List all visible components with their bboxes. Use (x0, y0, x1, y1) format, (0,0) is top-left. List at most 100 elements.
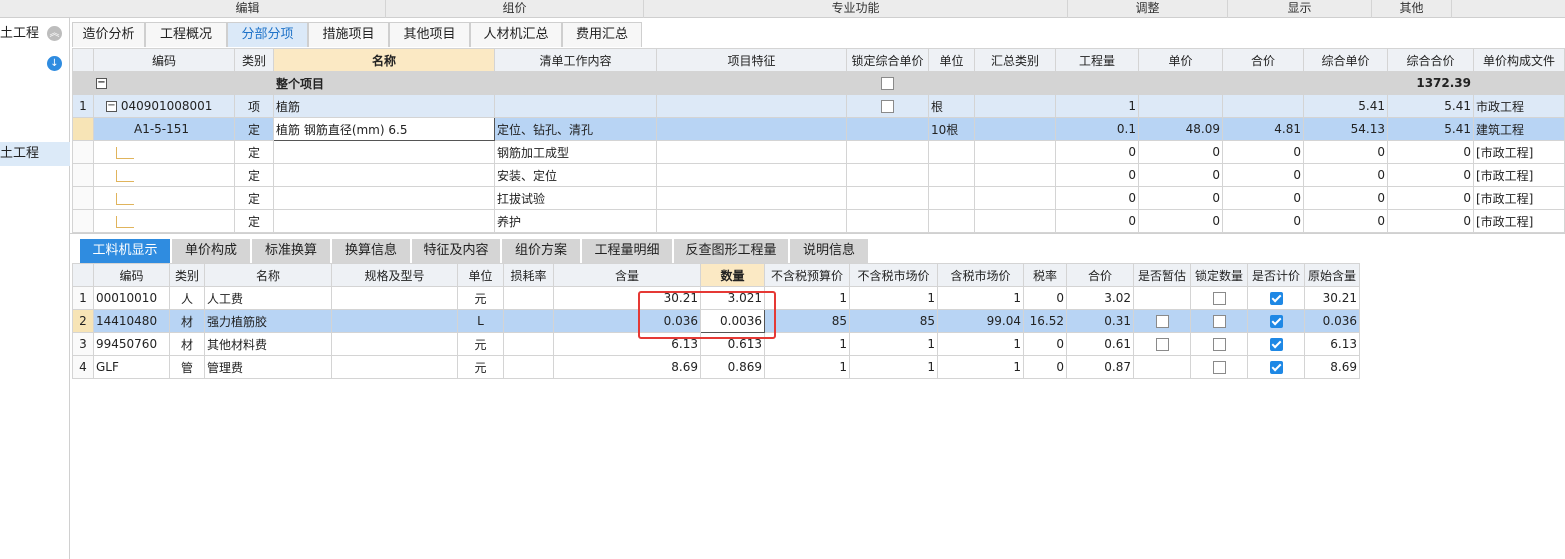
cell-lock[interactable] (846, 163, 929, 187)
cell-name[interactable]: 管理费 (204, 355, 332, 379)
ribbon-group-other[interactable]: 其他 (1372, 0, 1452, 18)
col-header-name[interactable]: 名称 (273, 48, 495, 72)
cell-type[interactable]: 定 (234, 209, 274, 233)
col-header-code[interactable]: 编码 (93, 48, 235, 72)
provisional-checkbox[interactable] (1155, 315, 1169, 328)
cell-spec[interactable] (331, 309, 458, 333)
cell-type[interactable]: 定 (234, 186, 274, 210)
cell-sum-type[interactable] (974, 163, 1056, 187)
col-header-lock-price[interactable]: 锁定综合单价 (846, 48, 929, 72)
col-header-priced[interactable]: 是否计价 (1247, 263, 1305, 287)
cell-code[interactable]: 14410480 (93, 309, 170, 333)
col-header-unit[interactable]: 单位 (457, 263, 504, 287)
cell-sum-type[interactable] (974, 140, 1056, 164)
col-header-composite-price[interactable]: 综合单价 (1303, 48, 1388, 72)
cell-tax-market-price[interactable]: 1 (937, 286, 1024, 310)
cell-name-editing[interactable]: 植筋 钢筋直径(mm) 6.5 (273, 117, 495, 141)
cell-type[interactable]: 管 (169, 355, 205, 379)
cell-total[interactable]: 0 (1222, 209, 1304, 233)
tab-other-items[interactable]: 其他项目 (389, 22, 470, 47)
cell-cprice[interactable]: 0 (1303, 163, 1388, 187)
cell-tax-rate[interactable]: 0 (1023, 355, 1067, 379)
cell-type[interactable]: 定 (234, 140, 274, 164)
cell-tax-rate[interactable]: 16.52 (1023, 309, 1067, 333)
cell-lock[interactable] (846, 209, 929, 233)
cell-total[interactable]: 0 (1222, 186, 1304, 210)
tab-measures[interactable]: 措施项目 (308, 22, 389, 47)
cell-cprice[interactable]: 5.41 (1303, 94, 1388, 118)
cell-file[interactable]: [市政工程] (1473, 186, 1565, 210)
cell-budget-price[interactable]: 1 (764, 286, 850, 310)
cell-cprice[interactable]: 0 (1303, 209, 1388, 233)
cell-feature[interactable] (656, 209, 847, 233)
col-header-content[interactable]: 含量 (553, 263, 701, 287)
table-row-quota-selected[interactable]: A1-5-151 定 植筋 钢筋直径(mm) 6.5 定位、钻孔、清孔 10根 … (72, 117, 1565, 141)
cell-tax-rate[interactable]: 0 (1023, 286, 1067, 310)
cell-loss[interactable] (503, 286, 554, 310)
col-header-price-file[interactable]: 单价构成文件 (1473, 48, 1565, 72)
cell-file[interactable]: [市政工程] (1473, 140, 1565, 164)
cell-unit[interactable] (928, 209, 975, 233)
table-row-quota[interactable]: 定 养护 0 0 0 0 0 [市政工程] (72, 209, 1565, 233)
cell-file[interactable]: 建筑工程 (1473, 117, 1565, 141)
cell-cprice[interactable]: 0 (1303, 186, 1388, 210)
cell-quantity[interactable]: 0 (1055, 186, 1139, 210)
cell-type[interactable]: 项 (234, 94, 274, 118)
tab-project-overview[interactable]: 工程概况 (145, 22, 227, 47)
col-header-spec[interactable]: 规格及型号 (331, 263, 458, 287)
cell-code[interactable]: − 040901008001 (93, 94, 235, 118)
cell-spec[interactable] (331, 286, 458, 310)
cell-name[interactable] (273, 186, 495, 210)
cell-type[interactable]: 定 (234, 163, 274, 187)
cell-unit[interactable]: 10根 (928, 117, 975, 141)
col-header-name[interactable]: 名称 (204, 263, 332, 287)
cell-lock[interactable] (846, 186, 929, 210)
cell-name[interactable] (273, 209, 495, 233)
cell-tax-rate[interactable]: 0 (1023, 332, 1067, 356)
cell-type[interactable]: 人 (169, 286, 205, 310)
cell-feature[interactable] (656, 140, 847, 164)
cell-file[interactable]: [市政工程] (1473, 209, 1565, 233)
cell-unit[interactable]: 元 (457, 286, 504, 310)
cell-feature[interactable] (656, 117, 847, 141)
priced-checkbox[interactable] (1269, 315, 1283, 328)
cell-price[interactable]: 0 (1138, 209, 1223, 233)
cell-total[interactable]: 0 (1222, 163, 1304, 187)
cell-price[interactable]: 48.09 (1138, 117, 1223, 141)
lock-quantity-checkbox[interactable] (1212, 361, 1226, 374)
col-header-total[interactable]: 合价 (1066, 263, 1134, 287)
cell-code[interactable]: GLF (93, 355, 170, 379)
col-header-type[interactable]: 类别 (234, 48, 274, 72)
cell-total[interactable] (1222, 94, 1304, 118)
cell-quantity[interactable]: 0 (1055, 163, 1139, 187)
cell-loss[interactable] (503, 309, 554, 333)
cell-loss[interactable] (503, 332, 554, 356)
cell-ctotal[interactable]: 0 (1387, 186, 1474, 210)
col-header-type[interactable]: 类别 (169, 263, 205, 287)
cell-total[interactable]: 3.02 (1066, 286, 1134, 310)
tab-sub-items[interactable]: 分部分项 (227, 22, 308, 47)
lock-checkbox[interactable] (881, 100, 894, 113)
cell-budget-price[interactable]: 1 (764, 332, 850, 356)
tab-cost-analysis[interactable]: 造价分析 (72, 22, 145, 47)
col-header-budget-price[interactable]: 不含税预算价 (764, 263, 850, 287)
cell-unit[interactable]: 根 (928, 94, 975, 118)
col-header-lock-quantity[interactable]: 锁定数量 (1190, 263, 1248, 287)
cell-ctotal[interactable]: 5.41 (1387, 94, 1474, 118)
col-header-quantity[interactable]: 工程量 (1055, 48, 1139, 72)
tab-labor-material-display[interactable]: 工料机显示 (80, 239, 172, 263)
cell-name[interactable]: 强力植筋胶 (204, 309, 332, 333)
cell-ctotal[interactable]: 5.41 (1387, 117, 1474, 141)
col-header-tax-market-price[interactable]: 含税市场价 (937, 263, 1024, 287)
cell-file[interactable]: 市政工程 (1473, 94, 1565, 118)
cell-original-content[interactable]: 0.036 (1304, 309, 1360, 333)
tab-description[interactable]: 说明信息 (790, 239, 870, 263)
col-header-feature[interactable]: 项目特征 (656, 48, 847, 72)
lock-quantity-checkbox[interactable] (1212, 315, 1226, 328)
lock-quantity-checkbox[interactable] (1212, 338, 1226, 351)
col-header-unit-price[interactable]: 单价 (1138, 48, 1223, 72)
cell-quantity[interactable]: 0 (1055, 140, 1139, 164)
cell-original-content[interactable]: 6.13 (1304, 332, 1360, 356)
cell-spec[interactable] (331, 332, 458, 356)
tab-features-content[interactable]: 特征及内容 (412, 239, 502, 263)
